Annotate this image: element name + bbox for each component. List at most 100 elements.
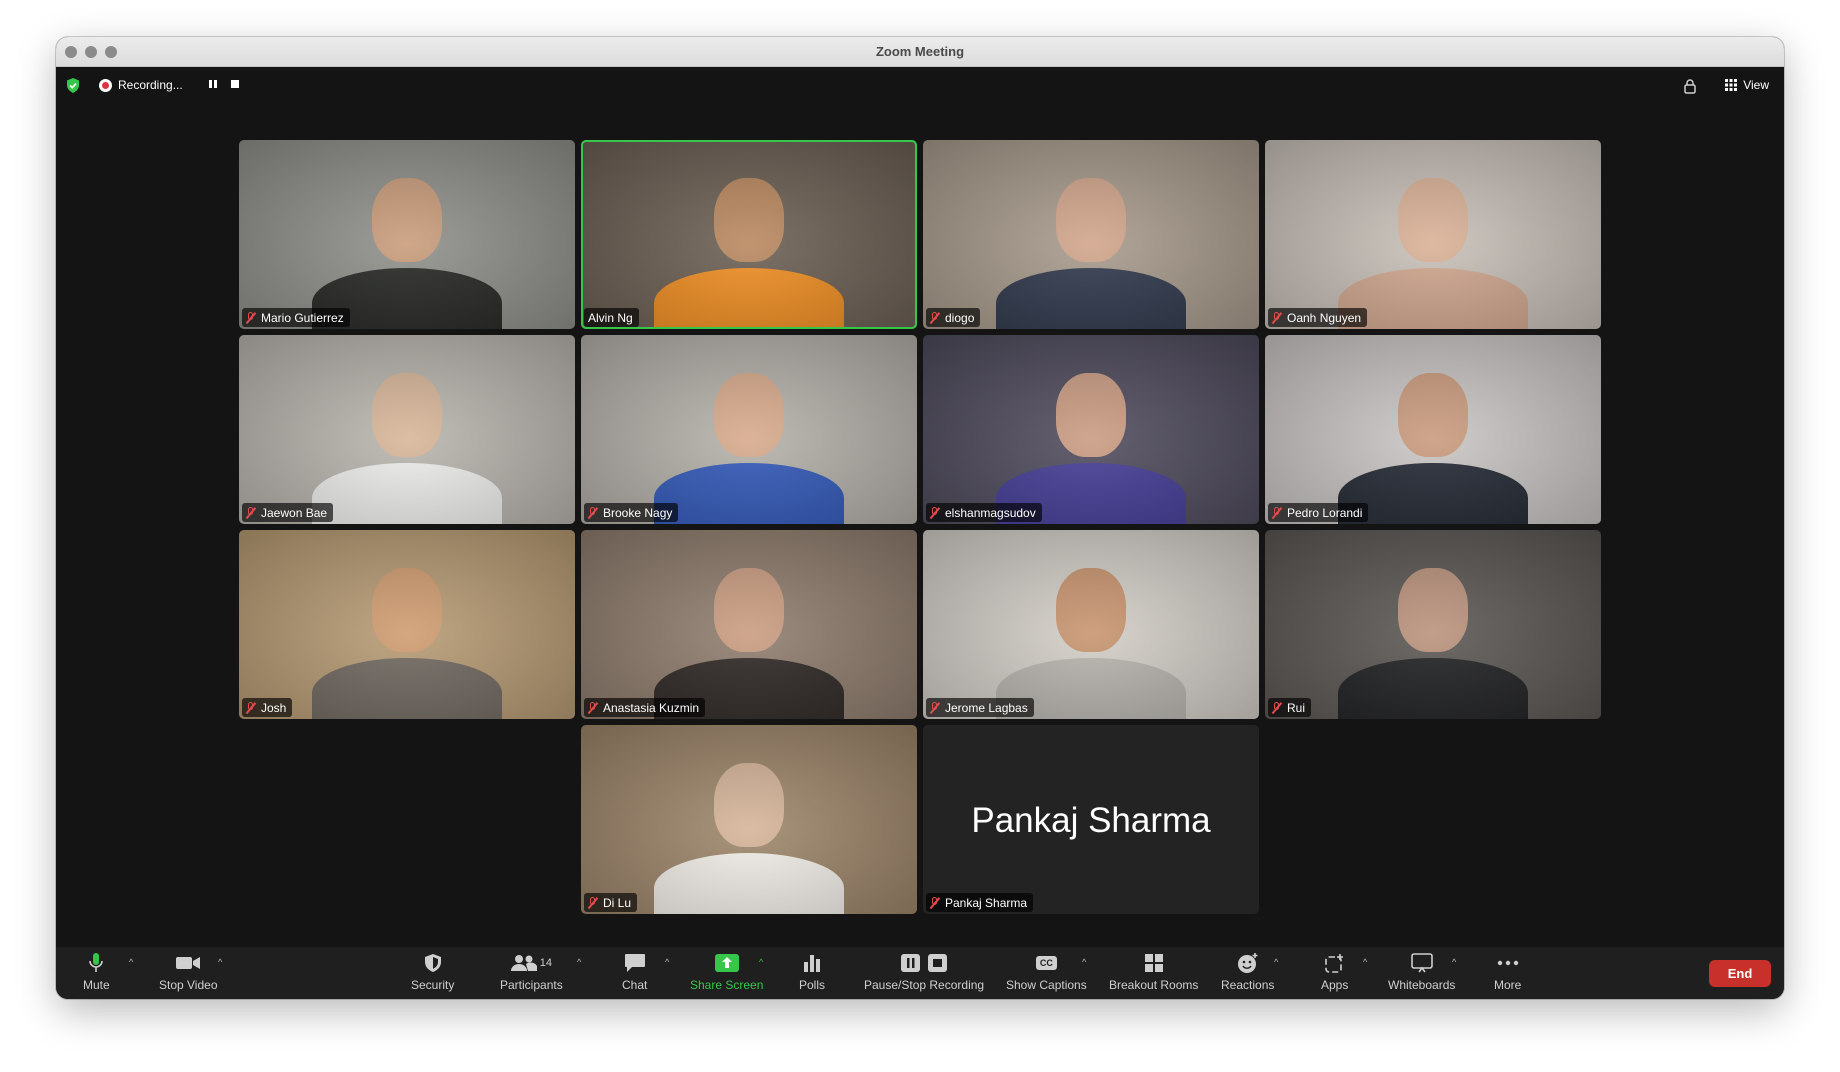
participant-name-tag: Oanh Nguyen [1268, 308, 1368, 327]
apps-button[interactable]: Apps [1321, 952, 1348, 992]
participant-name-tag: Anastasia Kuzmin [584, 698, 706, 717]
participant-video [1265, 335, 1601, 524]
participant-name-tag: Mario Gutierrez [242, 308, 350, 327]
participant-tile[interactable]: Josh [239, 530, 575, 719]
participant-video [239, 335, 575, 524]
participants-options-chevron-up-icon[interactable]: ^ [577, 957, 581, 967]
participant-name-tag: Alvin Ng [584, 308, 639, 327]
participant-tile[interactable]: Mario Gutierrez [239, 140, 575, 329]
muted-microphone-icon [930, 506, 940, 519]
participant-tile[interactable]: Jerome Lagbas [923, 530, 1259, 719]
captions-options-chevron-up-icon[interactable]: ^ [1082, 957, 1086, 967]
muted-microphone-icon [1272, 701, 1282, 714]
participant-name-tag: Jerome Lagbas [926, 698, 1034, 717]
mute-button[interactable]: Mute [83, 952, 110, 992]
participant-tile[interactable]: Rui [1265, 530, 1601, 719]
title-bar: Zoom Meeting [56, 37, 1784, 67]
audio-options-chevron-up-icon[interactable]: ^ [129, 957, 133, 967]
participant-video [239, 530, 575, 719]
more-button[interactable]: More [1494, 952, 1521, 992]
microphone-icon [88, 952, 104, 974]
participant-name: Jaewon Bae [261, 505, 328, 520]
participant-name-tag: Josh [242, 698, 293, 717]
muted-microphone-icon [246, 311, 256, 324]
stop-recording-icon[interactable] [230, 79, 240, 89]
participant-video [239, 140, 575, 329]
participant-tile[interactable]: Anastasia Kuzmin [581, 530, 917, 719]
participant-name-tag: Pedro Lorandi [1268, 503, 1369, 522]
reactions-options-chevron-up-icon[interactable]: ^ [1274, 957, 1278, 967]
reactions-smiley-icon [1237, 952, 1259, 974]
view-button[interactable]: View [1725, 78, 1769, 92]
polls-bar-chart-icon [803, 952, 821, 974]
muted-microphone-icon [588, 701, 598, 714]
participant-tile[interactable]: Oanh Nguyen [1265, 140, 1601, 329]
reactions-label: Reactions [1221, 978, 1275, 992]
breakout-rooms-button[interactable]: Breakout Rooms [1109, 952, 1198, 992]
participant-video [581, 335, 917, 524]
participant-tile[interactable]: diogo [923, 140, 1259, 329]
recording-dot-icon [99, 78, 112, 92]
participants-button[interactable]: 14 Participants [500, 952, 563, 992]
muted-microphone-icon [1272, 506, 1282, 519]
window-title: Zoom Meeting [875, 44, 965, 59]
chat-button[interactable]: Chat [622, 952, 647, 992]
participant-name-tag: Rui [1268, 698, 1312, 717]
polls-label: Polls [799, 978, 826, 992]
end-meeting-button[interactable]: End [1709, 960, 1771, 987]
participant-video [1265, 530, 1601, 719]
participant-name-tag: Di Lu [584, 893, 638, 912]
stop-video-button[interactable]: Stop Video [159, 952, 218, 992]
participant-tile[interactable]: Di Lu [581, 725, 917, 914]
security-label: Security [411, 978, 455, 992]
security-button[interactable]: Security [411, 952, 454, 992]
participant-name-tag: Brooke Nagy [584, 503, 679, 522]
participant-tile[interactable]: Alvin Ng [581, 140, 917, 329]
participant-tile[interactable]: Pankaj Sharma Pankaj Sharma [923, 725, 1259, 914]
muted-microphone-icon [246, 701, 256, 714]
share-options-chevron-up-icon[interactable]: ^ [759, 957, 763, 967]
whiteboards-options-chevron-up-icon[interactable]: ^ [1452, 957, 1456, 967]
video-options-chevron-up-icon[interactable]: ^ [218, 957, 222, 967]
participant-display-name: Pankaj Sharma [971, 801, 1211, 840]
participant-video [581, 725, 917, 914]
whiteboards-label: Whiteboards [1388, 978, 1456, 992]
zoom-window: Zoom Meeting Recording... View Mario Gut… [56, 37, 1784, 999]
participant-name: Josh [261, 700, 287, 715]
breakout-rooms-label: Breakout Rooms [1109, 978, 1199, 992]
show-captions-button[interactable]: CC Show Captions [1006, 952, 1087, 992]
view-label: View [1743, 78, 1769, 92]
meeting-top-bar: Recording... View [56, 67, 1784, 105]
apps-options-chevron-up-icon[interactable]: ^ [1363, 957, 1367, 967]
participant-tile[interactable]: elshanmagsudov [923, 335, 1259, 524]
participant-name: Alvin Ng [588, 310, 633, 325]
participant-name: Pankaj Sharma [945, 895, 1028, 910]
grid-view-icon [1725, 79, 1738, 91]
whiteboards-button[interactable]: Whiteboards [1388, 952, 1455, 992]
muted-microphone-icon [588, 506, 598, 519]
muted-microphone-icon [930, 896, 940, 909]
pause-stop-recording-button[interactable]: Pause/Stop Recording [864, 952, 984, 992]
polls-button[interactable]: Polls [799, 952, 825, 992]
immersive-lock-icon[interactable] [1684, 79, 1696, 94]
video-camera-icon [175, 952, 201, 974]
captions-badge: CC [1035, 956, 1057, 970]
participant-tile[interactable]: Jaewon Bae [239, 335, 575, 524]
reactions-button[interactable]: Reactions [1221, 952, 1274, 992]
share-screen-button[interactable]: Share Screen [690, 952, 763, 992]
chat-bubble-icon [624, 952, 646, 974]
participant-name: Jerome Lagbas [945, 700, 1028, 715]
participant-name: diogo [945, 310, 975, 325]
pause-recording-icon[interactable] [208, 79, 218, 89]
participant-tile[interactable]: Pedro Lorandi [1265, 335, 1601, 524]
chat-options-chevron-up-icon[interactable]: ^ [665, 957, 669, 967]
participant-tile[interactable]: Brooke Nagy [581, 335, 917, 524]
participant-video [581, 530, 917, 719]
more-label: More [1494, 978, 1522, 992]
apps-icon [1324, 952, 1345, 974]
stop-video-label: Stop Video [159, 978, 218, 992]
muted-microphone-icon [588, 896, 598, 909]
whiteboard-icon [1410, 952, 1433, 974]
pause-stop-recording-label: Pause/Stop Recording [864, 978, 985, 992]
encryption-shield-icon[interactable] [66, 78, 80, 93]
